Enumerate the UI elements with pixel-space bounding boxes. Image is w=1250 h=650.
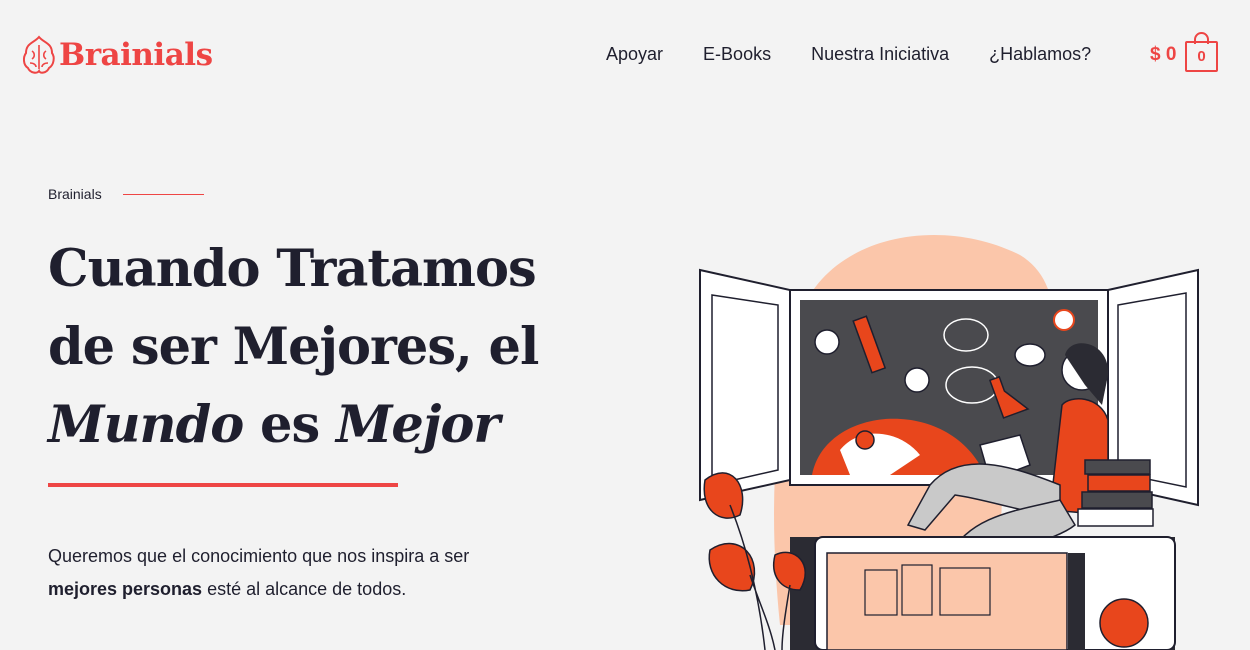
headline-word-es: es — [243, 395, 336, 455]
brand-name: Brainials — [59, 37, 213, 73]
hero-illustration — [699, 235, 1199, 650]
virus-icon — [904, 367, 930, 393]
hero-intro: Queremos que el conocimiento que nos ins… — [48, 540, 568, 606]
headline-word-mejor: Mejor — [335, 395, 500, 455]
intro-bold: mejores personas — [48, 579, 203, 599]
cart-total[interactable]: $ 0 — [1150, 44, 1176, 66]
headline-line-1: Cuando Tratamos — [48, 239, 537, 299]
nav-item-hablamos[interactable]: ¿Hablamos? — [989, 44, 1091, 65]
main-nav: Apoyar E-Books Nuestra Iniciativa ¿Habla… — [606, 44, 1131, 65]
nav-item-nuestra-iniciativa[interactable]: Nuestra Iniciativa — [811, 44, 949, 65]
brain-logo-icon — [22, 35, 55, 74]
nav-item-apoyar[interactable]: Apoyar — [606, 44, 663, 65]
nav-item-ebooks[interactable]: E-Books — [703, 44, 771, 65]
headline-underline — [48, 483, 398, 487]
site-header: Brainials Apoyar E-Books Nuestra Iniciat… — [0, 0, 1250, 110]
desk-globe-icon — [1099, 598, 1149, 648]
book-stack — [1084, 459, 1151, 475]
skull-icon — [814, 329, 840, 355]
cart-count-button[interactable]: 0 — [1185, 41, 1218, 72]
headline-line-2: de ser Mejores, el — [48, 317, 539, 377]
hero-headline: Cuando Tratamos de ser Mejores, el Mundo… — [48, 230, 608, 464]
intro-tail: esté al alcance de todos. — [202, 579, 407, 599]
plant-leaf — [703, 472, 744, 519]
brand-logo-link[interactable]: Brainials — [22, 33, 213, 77]
brain-icon — [1014, 343, 1046, 367]
eyebrow-divider — [123, 194, 204, 195]
hero-eyebrow: Brainials — [48, 186, 102, 202]
intro-text: Queremos que el conocimiento que nos ins… — [48, 546, 470, 566]
lightbulb-icon — [1053, 309, 1075, 331]
headline-word-mundo: Mundo — [48, 395, 244, 455]
